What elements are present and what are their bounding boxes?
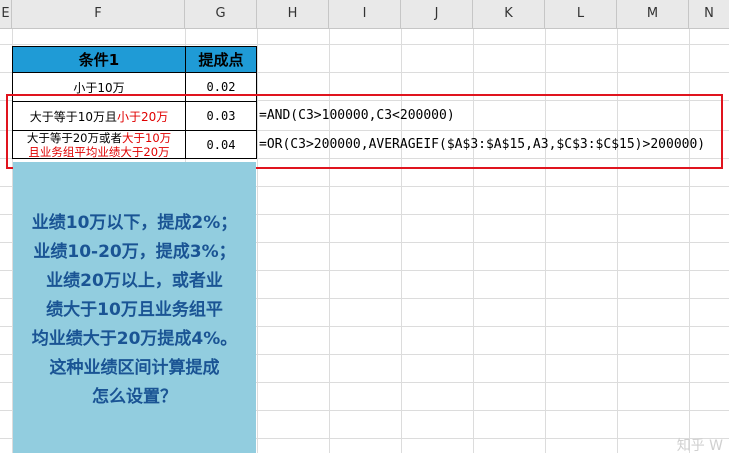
column-header-m[interactable]: M <box>617 0 689 28</box>
note-line: 业绩10万以下，提成2%； <box>31 213 238 233</box>
note-line: 怎么设置？ <box>92 387 177 407</box>
column-header-bar: E F G H I J K L M N <box>0 0 729 29</box>
note-line: 均业绩大于20万提成4%。 <box>31 329 238 349</box>
note-line: 业绩10-20万，提成3%； <box>33 242 236 262</box>
column-header-e[interactable]: E <box>0 0 12 28</box>
column-header-h[interactable]: H <box>257 0 329 28</box>
column-header-g[interactable]: G <box>185 0 257 28</box>
header-rate-cell[interactable]: 提成点 <box>185 46 257 73</box>
watermark: 知乎 W <box>676 438 723 454</box>
column-header-j[interactable]: J <box>401 0 473 28</box>
highlight-box <box>6 94 723 169</box>
column-header-i[interactable]: I <box>329 0 401 28</box>
note-line: 业绩20万以上，或者业 <box>46 271 223 291</box>
header-condition-cell[interactable]: 条件1 <box>12 46 186 73</box>
column-header-l[interactable]: L <box>545 0 617 28</box>
column-header-k[interactable]: K <box>473 0 545 28</box>
column-header-n[interactable]: N <box>689 0 729 28</box>
column-header-f[interactable]: F <box>12 0 185 28</box>
note-line: 绩大于10万且业务组平 <box>46 300 223 320</box>
note-text: 业绩10万以下，提成2%； 业绩10-20万，提成3%； 业绩20万以上，或者业… <box>13 209 256 412</box>
note-line: 这种业绩区间计算提成 <box>49 358 220 378</box>
